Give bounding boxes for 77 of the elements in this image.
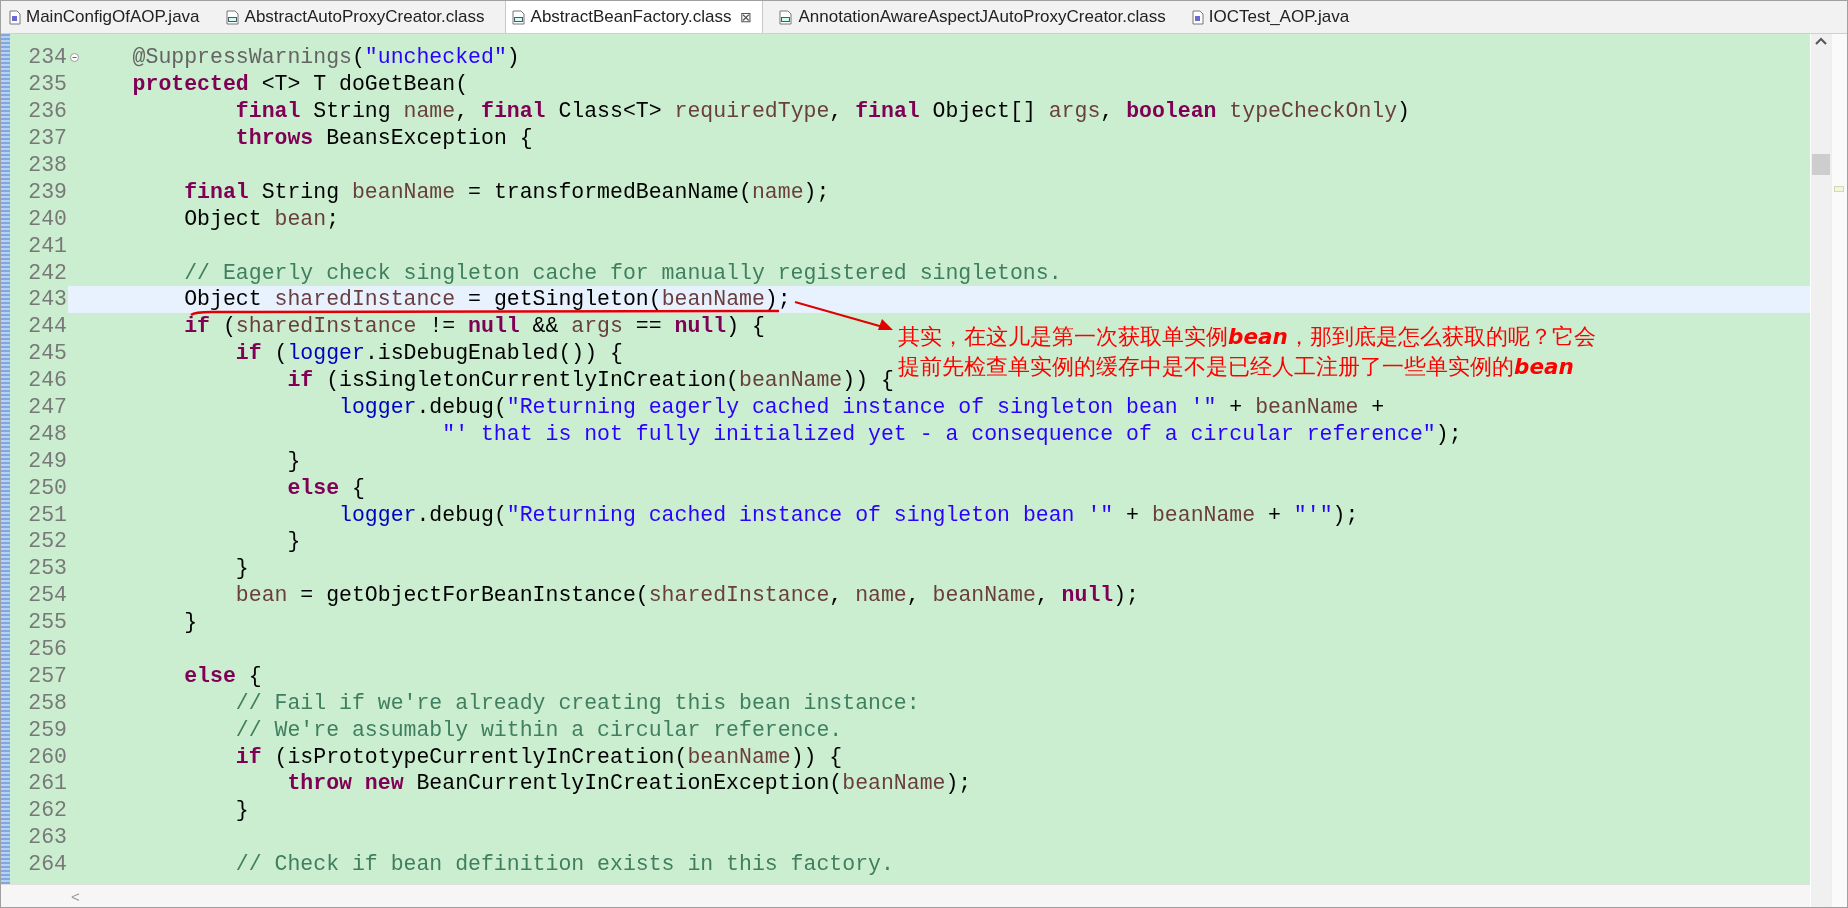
code-line: if (sharedInstance != null && args == null) {: [183, 316, 765, 337]
line-number: 250: [27, 475, 67, 500]
scroll-thumb[interactable]: [1812, 154, 1830, 175]
line-number: 243: [27, 287, 67, 312]
line-number: 247: [27, 395, 67, 419]
annotation-text: 其实，在这儿是第一次获取单实例bean，那到底是怎么获取的呢？它会: [898, 323, 1596, 351]
code-line: if (isPrototypeCurrentlyInCreation(beanName)) {: [234, 746, 843, 767]
editor-tab[interactable]: AnnotationAwareAspectJAutoProxyCreator.class: [773, 1, 1176, 33]
line-number: 254: [27, 583, 67, 608]
code-line: if (isSingletonCurrentlyInCreation(beanName)) {: [286, 370, 894, 391]
code-line: if (logger.isDebugEnabled()) {: [234, 343, 623, 364]
close-icon[interactable]: ⊠: [740, 9, 753, 25]
line-number: 263: [27, 825, 67, 850]
line-number: 260: [27, 744, 67, 769]
line-number: 251: [27, 502, 67, 527]
code-line: }: [183, 612, 198, 633]
line-number: 238: [27, 153, 67, 177]
line-number: 248: [27, 421, 67, 446]
editor-tab[interactable]: MainConfigOfAOP.java: [3, 1, 210, 33]
line-number: 256: [27, 637, 67, 662]
code-line: Object sharedInstance = getSingleton(beanName);: [183, 289, 791, 310]
line-number: 255: [27, 610, 67, 635]
vertical-scrollbar[interactable]: [1810, 34, 1831, 907]
code-line: logger.debug("Returning eagerly cached instance of singleton bean '" + beanName +: [338, 397, 1385, 417]
code-line: "' that is not fully initialized yet - a consequence of a circular reference");: [441, 423, 1462, 444]
class-file-icon: [225, 9, 240, 25]
line-number: 241: [27, 233, 67, 258]
editor-tab[interactable]: AbstractBeanFactory.class ⊠: [504, 1, 764, 33]
line-number: 258: [27, 690, 67, 715]
line-number: 259: [27, 717, 67, 742]
class-file-icon: [779, 9, 794, 25]
code-line: }: [286, 450, 301, 471]
line-number: 237: [27, 126, 67, 151]
code-line: final String name, final Class<T> requiredType, final Object[] args, boolean typeCheckOnly): [234, 101, 1410, 122]
code-line: @SuppressWarnings("unchecked"): [131, 47, 520, 68]
line-number: 244: [27, 314, 67, 339]
code-line: Object bean;: [183, 208, 340, 229]
line-number: 253: [27, 556, 67, 581]
line-number: 262: [27, 798, 67, 823]
line-number: 249: [27, 448, 67, 473]
overview-mark: [1834, 186, 1844, 192]
code-line: final String beanName = transformedBeanName(name);: [183, 181, 830, 202]
code-line: protected <T> T doGetBean(: [131, 74, 469, 95]
code-editor[interactable]: [1, 34, 1810, 884]
code-line: else {: [183, 665, 262, 686]
code-line: else {: [286, 477, 365, 498]
code-line: throw new BeanCurrentlyInCreationException(beanName);: [286, 773, 972, 794]
line-number: 240: [27, 206, 67, 231]
code-line: bean = getObjectForBeanInstance(sharedInstance, name, beanName, null);: [234, 585, 1140, 606]
code-line: throws BeansException {: [234, 128, 533, 149]
annotation-text: 提前先检查单实例的缓存中是不是已经人工注册了一些单实例的bean: [898, 353, 1575, 381]
code-line: }: [286, 531, 301, 552]
class-file-icon: [511, 9, 526, 25]
editor-tab[interactable]: IOCTest_AOP.java: [1185, 1, 1360, 33]
line-number: 234: [27, 45, 67, 70]
line-number: 236: [27, 99, 67, 124]
line-number: 252: [27, 529, 67, 554]
line-number: 257: [27, 663, 67, 688]
editor-tab[interactable]: AbstractAutoProxyCreator.class: [219, 1, 495, 33]
line-number: 246: [27, 368, 67, 393]
code-line: // Check if bean definition exists in this factory.: [234, 854, 894, 875]
line-number: 242: [27, 260, 67, 285]
line-number: 264: [27, 852, 67, 877]
code-line: // Fail if we're already creating this bean instance:: [234, 692, 920, 713]
code-line: // Eagerly check singleton cache for manually registered singletons.: [183, 262, 1062, 283]
line-number: 245: [27, 341, 67, 366]
code-line: }: [234, 558, 249, 579]
code-line: }: [234, 800, 249, 821]
code-line: // We're assumably within a circular reference.: [234, 719, 843, 740]
line-number: 239: [27, 179, 67, 204]
file-icon: [1191, 9, 1204, 25]
code-line: logger.debug("Returning cached instance of singleton bean '" + beanName + "'");: [338, 504, 1359, 525]
file-icon: [9, 9, 21, 25]
scroll-up-icon[interactable]: [1815, 37, 1827, 45]
collapse-icon[interactable]: [69, 52, 79, 62]
line-number: 261: [27, 771, 67, 796]
line-number: 235: [27, 72, 67, 97]
